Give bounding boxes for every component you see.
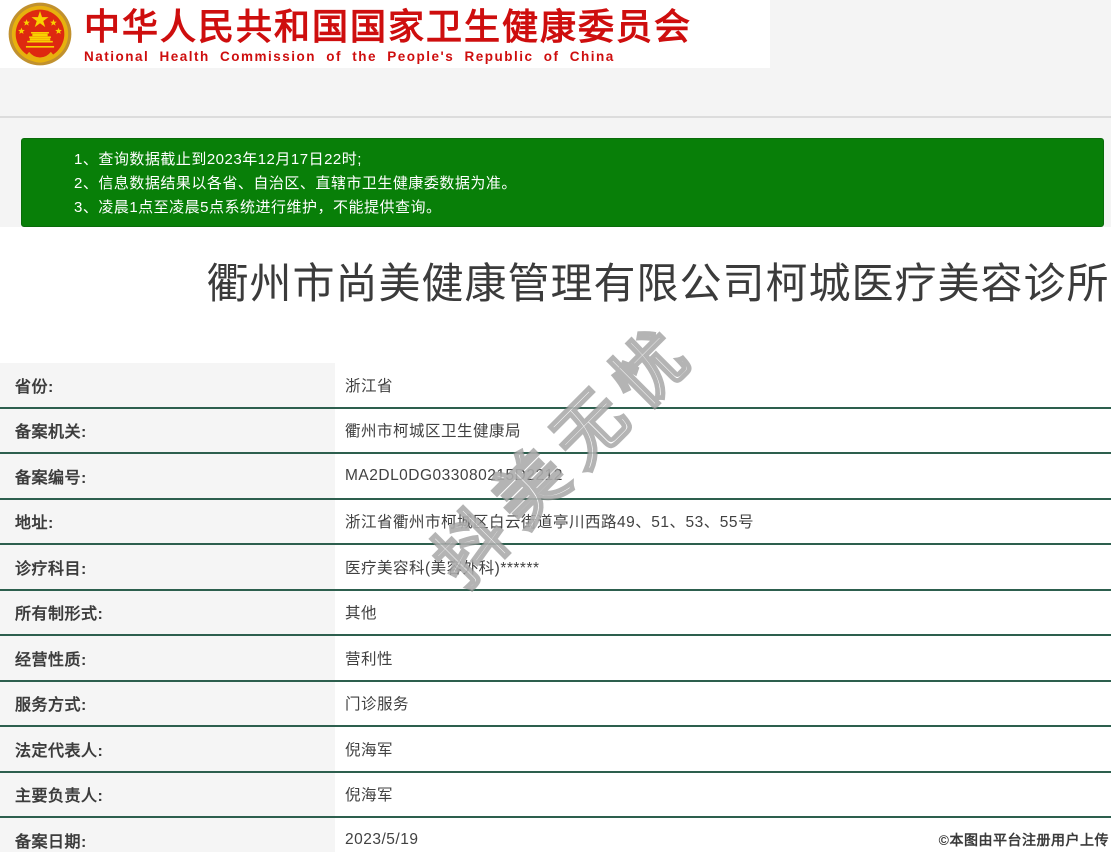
table-row-address: 地址: 浙江省衢州市柯城区白云街道亭川西路49、51、53、55号 bbox=[0, 499, 1111, 545]
field-value: 倪海军 bbox=[335, 772, 1111, 816]
table-row-legal-representative: 法定代表人: 倪海军 bbox=[0, 727, 1111, 773]
institution-name-title: 衢州市尚美健康管理有限公司柯城医疗美容诊所 bbox=[206, 260, 1110, 307]
field-label: 地址: bbox=[0, 499, 335, 543]
field-label: 备案日期: bbox=[0, 818, 335, 852]
field-value: 营利性 bbox=[335, 636, 1111, 680]
field-label: 备案编号: bbox=[0, 454, 335, 498]
table-row-business-nature: 经营性质: 营利性 bbox=[0, 636, 1111, 682]
site-header-banner: 中华人民共和国国家卫生健康委员会 National Health Commiss… bbox=[0, 0, 770, 68]
field-value: 门诊服务 bbox=[335, 681, 1111, 725]
table-row-service-mode: 服务方式: 门诊服务 bbox=[0, 681, 1111, 727]
notice-box: 1、查询数据截止到2023年12月17日22时; 2、信息数据结果以各省、自治区… bbox=[21, 138, 1104, 227]
table-row-medical-subjects: 诊疗科目: 医疗美容科(美容外科)****** bbox=[0, 545, 1111, 591]
site-title-english: National Health Commission of the People… bbox=[84, 49, 615, 64]
field-label: 服务方式: bbox=[0, 681, 335, 725]
field-label: 主要负责人: bbox=[0, 772, 335, 816]
table-row-filing-authority: 备案机关: 衢州市柯城区卫生健康局 bbox=[0, 408, 1111, 454]
field-label: 诊疗科目: bbox=[0, 545, 335, 589]
field-label: 省份: bbox=[0, 363, 335, 407]
field-label: 经营性质: bbox=[0, 636, 335, 680]
notice-line-1: 1、查询数据截止到2023年12月17日22时; bbox=[74, 151, 362, 168]
header-divider bbox=[0, 116, 1111, 118]
field-value: 浙江省 bbox=[335, 363, 1111, 407]
field-value: MA2DL0DG033080215D2212 bbox=[335, 454, 1111, 498]
field-label: 备案机关: bbox=[0, 408, 335, 452]
field-value: 倪海军 bbox=[335, 727, 1111, 771]
table-row-filing-number: 备案编号: MA2DL0DG033080215D2212 bbox=[0, 454, 1111, 500]
registration-info-table: 省份: 浙江省 备案机关: 衢州市柯城区卫生健康局 备案编号: MA2DL0DG… bbox=[0, 363, 1111, 852]
table-row-main-person-in-charge: 主要负责人: 倪海军 bbox=[0, 772, 1111, 818]
field-value: 浙江省衢州市柯城区白云街道亭川西路49、51、53、55号 bbox=[335, 499, 1111, 543]
field-value: 其他 bbox=[335, 590, 1111, 634]
page: 中华人民共和国国家卫生健康委员会 National Health Commiss… bbox=[0, 0, 1111, 852]
field-value: 医疗美容科(美容外科)****** bbox=[335, 545, 1111, 589]
notice-line-2: 2、信息数据结果以各省、自治区、直辖市卫生健康委数据为准。 bbox=[74, 175, 517, 192]
table-row-province: 省份: 浙江省 bbox=[0, 363, 1111, 409]
field-value: 衢州市柯城区卫生健康局 bbox=[335, 408, 1111, 452]
field-label: 法定代表人: bbox=[0, 727, 335, 771]
site-title-chinese: 中华人民共和国国家卫生健康委员会 bbox=[84, 6, 693, 47]
china-national-emblem-icon bbox=[8, 2, 72, 66]
copyright-watermark: ©本图由平台注册用户上传 bbox=[938, 832, 1109, 848]
notice-line-3: 3、凌晨1点至凌晨5点系统进行维护，不能提供查询。 bbox=[74, 199, 442, 216]
header-titles: 中华人民共和国国家卫生健康委员会 National Health Commiss… bbox=[84, 6, 693, 65]
top-area: 中华人民共和国国家卫生健康委员会 National Health Commiss… bbox=[0, 0, 1111, 227]
field-label: 所有制形式: bbox=[0, 590, 335, 634]
table-row-ownership-form: 所有制形式: 其他 bbox=[0, 590, 1111, 636]
